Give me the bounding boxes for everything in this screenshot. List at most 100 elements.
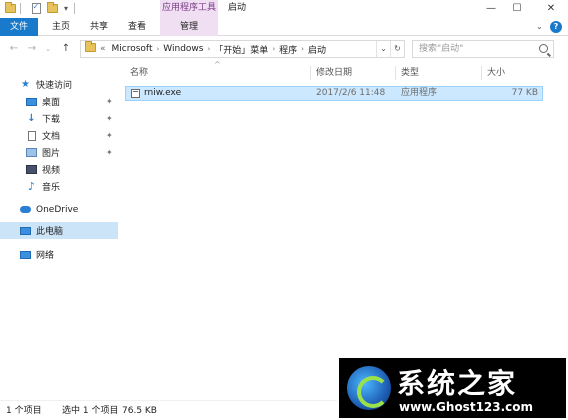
minimize-button[interactable]: —: [478, 0, 504, 18]
item-count: 1 个项目: [6, 406, 42, 416]
new-folder-icon[interactable]: [46, 2, 58, 15]
nav-item-network[interactable]: 网络: [0, 246, 118, 263]
expand-ribbon-chevron-icon[interactable]: ⌄: [536, 23, 544, 31]
search-box[interactable]: 搜索"启动": [412, 40, 554, 58]
column-header-size[interactable]: 大小: [487, 64, 505, 82]
breadcrumb-microsoft[interactable]: Microsoft: [112, 44, 153, 54]
selected-count: 选中 1 个项目: [62, 406, 119, 416]
navigation-bar: ← → ⌄ ↑ « Microsoft › Windows › 「开始」菜单 ›…: [0, 38, 568, 60]
file-name: rniw.exe: [144, 88, 182, 98]
nav-item-this-pc[interactable]: 此电脑: [0, 222, 118, 239]
watermark-title: 系统之家: [397, 367, 518, 400]
recent-locations-chevron-icon[interactable]: ⌄: [42, 42, 54, 56]
column-divider[interactable]: [481, 66, 482, 80]
nav-item-label: OneDrive: [36, 204, 79, 215]
refresh-icon[interactable]: ↻: [390, 41, 404, 57]
column-header-name[interactable]: 名称: [130, 64, 148, 82]
watermark: 系统之家 www.Ghost123.com: [337, 356, 568, 420]
customize-chevron-icon[interactable]: ▾: [60, 2, 72, 15]
nav-item-label: 图片: [42, 149, 61, 159]
folder-icon: [85, 41, 96, 55]
file-type: 应用程序: [401, 88, 438, 98]
watermark-url: www.Ghost123.com: [399, 400, 534, 414]
tab-file[interactable]: 文件: [0, 18, 38, 36]
nav-item-downloads[interactable]: ↓ 下载 ✦: [0, 110, 118, 127]
nav-item-documents[interactable]: 文档 ✦: [0, 127, 118, 144]
explorer-window: ▾ 应用程序工具 启动 — ☐ ✕ 文件 主页 共享 查看 管理 ⌄ ? ← →…: [0, 0, 568, 420]
selected-size: 76.5 KB: [122, 406, 157, 416]
column-divider[interactable]: [395, 66, 396, 80]
close-button[interactable]: ✕: [538, 0, 564, 18]
nav-item-label: 文档: [42, 132, 61, 142]
breadcrumb-separator-icon[interactable]: ›: [301, 45, 304, 53]
tab-home[interactable]: 主页: [44, 18, 78, 36]
column-header-date[interactable]: 修改日期: [316, 64, 352, 82]
nav-item-onedrive[interactable]: OneDrive: [0, 201, 118, 218]
breadcrumb-startup[interactable]: 启动: [308, 43, 326, 56]
download-icon: ↓: [27, 113, 36, 124]
breadcrumb-start-menu[interactable]: 「开始」菜单: [214, 43, 268, 56]
pin-icon[interactable]: ✦: [106, 148, 113, 157]
pin-icon[interactable]: ✦: [106, 114, 113, 123]
network-icon: [20, 250, 31, 260]
ribbon-tabs: 文件 主页 共享 查看 管理 ⌄ ?: [0, 18, 568, 36]
breadcrumb-separator-icon[interactable]: ›: [156, 45, 159, 53]
nav-item-label: 音乐: [42, 183, 61, 193]
column-divider[interactable]: [310, 66, 311, 80]
file-list: ^ 名称 修改日期 类型 大小 rniw.exe 2017/2/6 11:48 …: [118, 60, 568, 400]
pin-icon[interactable]: ✦: [106, 97, 113, 106]
search-icon: [539, 44, 548, 53]
folder-icon: [4, 2, 16, 15]
up-arrow-icon[interactable]: ↑: [60, 42, 72, 56]
title-bar: ▾ 应用程序工具 启动 — ☐ ✕: [0, 0, 568, 18]
address-bar[interactable]: « Microsoft › Windows › 「开始」菜单 › 程序 › 启动…: [80, 40, 405, 58]
column-header-type[interactable]: 类型: [401, 64, 419, 82]
nav-item-label: 网络: [36, 251, 55, 261]
document-icon: [26, 130, 37, 141]
forward-arrow-icon[interactable]: →: [26, 42, 38, 56]
search-placeholder: 搜索"启动": [419, 44, 464, 54]
music-icon: ♪: [27, 180, 36, 193]
breadcrumb-overflow[interactable]: «: [100, 44, 106, 54]
pictures-icon: [26, 148, 37, 158]
star-icon: ★: [21, 79, 30, 90]
breadcrumb-programs[interactable]: 程序: [279, 43, 297, 56]
address-bar-controls: ⌄ ↻: [376, 41, 404, 57]
nav-item-label: 下载: [42, 115, 61, 125]
application-icon: [131, 89, 140, 98]
toolbar-separator: [20, 3, 21, 14]
tab-manage[interactable]: 管理: [160, 18, 218, 36]
computer-icon: [20, 226, 31, 236]
cloud-icon: [20, 205, 31, 215]
navigation-pane: ★ 快速访问 桌面 ✦ ↓ 下载 ✦ 文档 ✦ 图片 ✦ 视频 ♪ 音乐 One…: [0, 62, 118, 400]
help-icon[interactable]: ?: [550, 21, 562, 33]
window-title: 启动: [228, 3, 247, 13]
watermark-logo-icon: [347, 366, 391, 410]
video-icon: [26, 165, 37, 175]
pin-icon[interactable]: ✦: [106, 131, 113, 140]
breadcrumb-separator-icon[interactable]: ›: [207, 45, 210, 53]
breadcrumb-separator-icon[interactable]: ›: [272, 45, 275, 53]
nav-item-pictures[interactable]: 图片 ✦: [0, 144, 118, 161]
desktop-icon: [26, 97, 37, 107]
file-row[interactable]: rniw.exe 2017/2/6 11:48 应用程序 77 KB: [125, 86, 543, 101]
ribbon-controls: ⌄ ?: [536, 20, 562, 34]
properties-icon[interactable]: [30, 2, 42, 15]
nav-item-label: 视频: [42, 166, 61, 176]
nav-item-quick-access[interactable]: ★ 快速访问: [0, 76, 118, 93]
nav-item-videos[interactable]: 视频: [0, 161, 118, 178]
address-dropdown-chevron-icon[interactable]: ⌄: [376, 41, 390, 57]
breadcrumb-windows[interactable]: Windows: [163, 44, 203, 54]
contextual-tab-group: 应用程序工具: [160, 0, 218, 18]
nav-item-desktop[interactable]: 桌面 ✦: [0, 93, 118, 110]
tab-view[interactable]: 查看: [120, 18, 154, 36]
sort-chevron-icon: ^: [214, 60, 221, 69]
nav-item-label: 此电脑: [36, 227, 64, 237]
file-size: 77 KB: [511, 88, 538, 98]
maximize-button[interactable]: ☐: [504, 0, 530, 18]
file-date: 2017/2/6 11:48: [316, 88, 386, 98]
back-arrow-icon[interactable]: ←: [8, 42, 20, 56]
tab-share[interactable]: 共享: [82, 18, 116, 36]
nav-item-music[interactable]: ♪ 音乐: [0, 178, 118, 195]
nav-item-label: 桌面: [42, 98, 61, 108]
